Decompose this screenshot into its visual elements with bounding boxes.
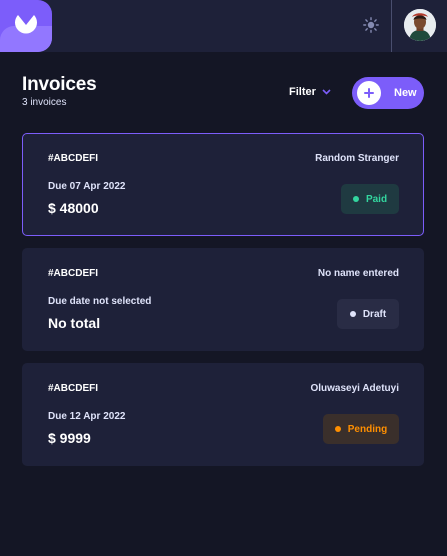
sun-icon <box>363 17 379 33</box>
status-label: Paid <box>365 193 388 205</box>
avatar-image <box>404 9 436 41</box>
status-dot <box>334 426 341 432</box>
status-badge-pending: Pending <box>323 414 399 444</box>
client-name: No name entered <box>317 268 399 279</box>
user-avatar[interactable] <box>404 9 436 41</box>
status-badge-draft: Draft <box>337 299 399 329</box>
status-badge-paid: Paid <box>341 184 399 214</box>
due-date: Due 12 Apr 2022 <box>48 411 126 422</box>
due-date: Due date not selected <box>48 296 152 307</box>
header-divider <box>391 0 392 52</box>
status-dot <box>352 196 359 202</box>
status-label: Draft <box>362 308 387 320</box>
chevron-down-icon <box>322 89 331 95</box>
invoice-id: #ABCDEFI <box>48 268 99 279</box>
invoice-card[interactable]: #ABCDEFI No name entered Due date not se… <box>22 248 424 351</box>
filter-label: Filter <box>289 86 316 98</box>
new-invoice-button[interactable]: New <box>352 77 424 109</box>
invoice-card[interactable]: #ABCDEFI Oluwaseyi Adetuyi Due 12 Apr 20… <box>22 363 424 466</box>
theme-toggle-button[interactable] <box>360 14 382 36</box>
invoice-total: $ 48000 <box>48 200 99 216</box>
due-date: Due 07 Apr 2022 <box>48 181 126 192</box>
invoice-count: 3 invoices <box>22 97 67 108</box>
logo-icon <box>15 15 37 34</box>
status-dot <box>349 311 356 317</box>
logo[interactable] <box>0 0 52 52</box>
invoice-id: #ABCDEFI <box>48 153 99 164</box>
plus-circle <box>357 81 381 105</box>
client-name: Oluwaseyi Adetuyi <box>310 383 399 394</box>
invoice-total: $ 9999 <box>48 430 91 446</box>
status-label: Pending <box>347 423 388 435</box>
new-button-label: New <box>394 87 417 99</box>
invoice-card[interactable]: #ABCDEFI Random Stranger Due 07 Apr 2022… <box>22 133 424 236</box>
invoice-id: #ABCDEFI <box>48 383 99 394</box>
client-name: Random Stranger <box>315 153 399 164</box>
top-bar <box>0 0 447 52</box>
plus-icon <box>364 88 374 98</box>
filter-dropdown[interactable]: Filter <box>289 86 331 98</box>
invoice-total: No total <box>48 315 101 331</box>
page-title: Invoices <box>22 74 97 95</box>
